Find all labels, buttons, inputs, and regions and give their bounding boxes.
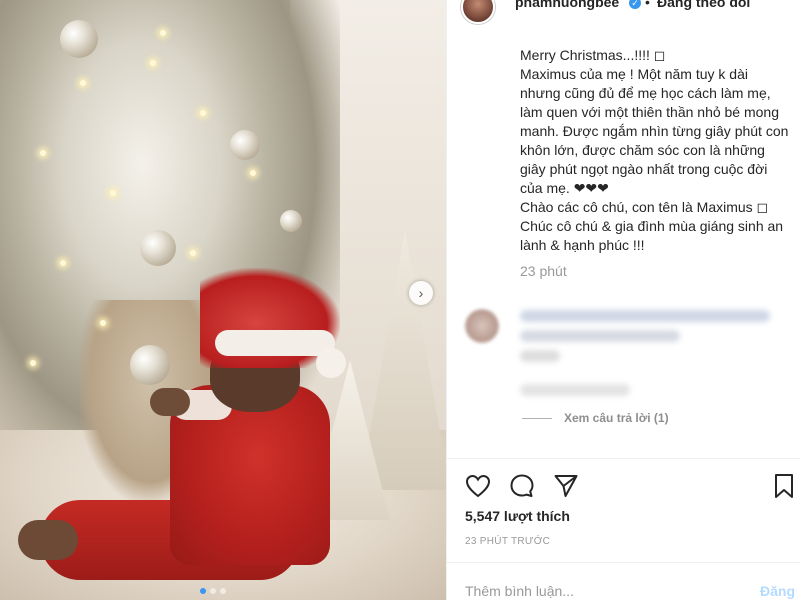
ornament bbox=[280, 210, 302, 232]
ornament bbox=[140, 230, 176, 266]
like-button[interactable] bbox=[463, 471, 493, 501]
carousel-dot bbox=[200, 588, 206, 594]
heart-icon bbox=[465, 474, 491, 498]
avatar[interactable] bbox=[461, 0, 495, 24]
santa-hat-brim bbox=[215, 330, 335, 356]
share-icon bbox=[554, 475, 578, 497]
tree-light bbox=[160, 30, 166, 36]
tree-light bbox=[110, 190, 116, 196]
bookmark-icon bbox=[775, 474, 793, 498]
add-comment-bar: Thêm bình luận... Đăng bbox=[447, 562, 800, 601]
post-caption: Merry Christmas...!!!! ◻ Maximus của mẹ … bbox=[520, 46, 792, 281]
post-sidebar: phamhuongbee ✓ • Đang theo dõi Merry Chr… bbox=[446, 0, 800, 600]
verified-badge-icon: ✓ bbox=[629, 0, 641, 9]
baby-foot bbox=[18, 520, 78, 560]
comment-button[interactable] bbox=[507, 471, 537, 501]
post-header: phamhuongbee ✓ • Đang theo dõi bbox=[447, 0, 800, 24]
save-button[interactable] bbox=[769, 471, 799, 501]
tree-light bbox=[80, 80, 86, 86]
tree-light bbox=[60, 260, 66, 266]
view-replies-link[interactable]: Xem câu trả lời (1) bbox=[564, 411, 669, 425]
comment-item bbox=[465, 306, 795, 396]
caption-line: Merry Christmas...!!!! ◻ bbox=[520, 47, 666, 63]
carousel-dot bbox=[210, 588, 216, 594]
tree-light bbox=[100, 320, 106, 326]
post-photo[interactable]: › bbox=[0, 0, 446, 600]
blurred-comment-text bbox=[520, 330, 680, 342]
tree-light bbox=[200, 110, 206, 116]
action-bar bbox=[447, 458, 800, 513]
caption-line: Maximus của mẹ ! Một năm tuy k dài nhưng… bbox=[520, 66, 789, 196]
follow-status-button[interactable]: Đang theo dõi bbox=[657, 0, 750, 10]
ornament bbox=[230, 130, 260, 160]
carousel-dot bbox=[220, 588, 226, 594]
header-separator: • bbox=[645, 0, 650, 10]
carousel-next-button[interactable]: › bbox=[409, 281, 433, 305]
blurred-comment-meta bbox=[520, 384, 630, 396]
ornament bbox=[60, 20, 98, 58]
caption-timestamp[interactable]: 23 phút bbox=[520, 262, 792, 281]
likes-count[interactable]: 5,547 lượt thích bbox=[465, 508, 570, 524]
chevron-right-icon: › bbox=[418, 285, 424, 301]
comment-input[interactable]: Thêm bình luận... bbox=[465, 583, 574, 599]
caption-line: Chào các cô chú, con tên là Maximus ◻ Ch… bbox=[520, 199, 784, 253]
tree-light bbox=[190, 250, 196, 256]
share-button[interactable] bbox=[551, 471, 581, 501]
tree-light bbox=[40, 150, 46, 156]
reply-divider bbox=[522, 418, 552, 419]
blurred-comment-text bbox=[520, 350, 560, 362]
username-link[interactable]: phamhuongbee bbox=[515, 0, 619, 10]
blurred-comment-text bbox=[520, 310, 770, 322]
comment-icon bbox=[510, 474, 534, 497]
post-timestamp[interactable]: 23 PHÚT TRƯỚC bbox=[465, 536, 550, 547]
tree-light bbox=[250, 170, 256, 176]
tree-light bbox=[30, 360, 36, 366]
baby-hand bbox=[150, 388, 190, 416]
santa-hat-pompom bbox=[316, 348, 346, 378]
carousel-indicators bbox=[200, 588, 226, 594]
ornament bbox=[130, 345, 170, 385]
commenter-avatar[interactable] bbox=[465, 309, 499, 343]
post-comment-button[interactable]: Đăng bbox=[760, 583, 795, 599]
tree-light bbox=[150, 60, 156, 66]
